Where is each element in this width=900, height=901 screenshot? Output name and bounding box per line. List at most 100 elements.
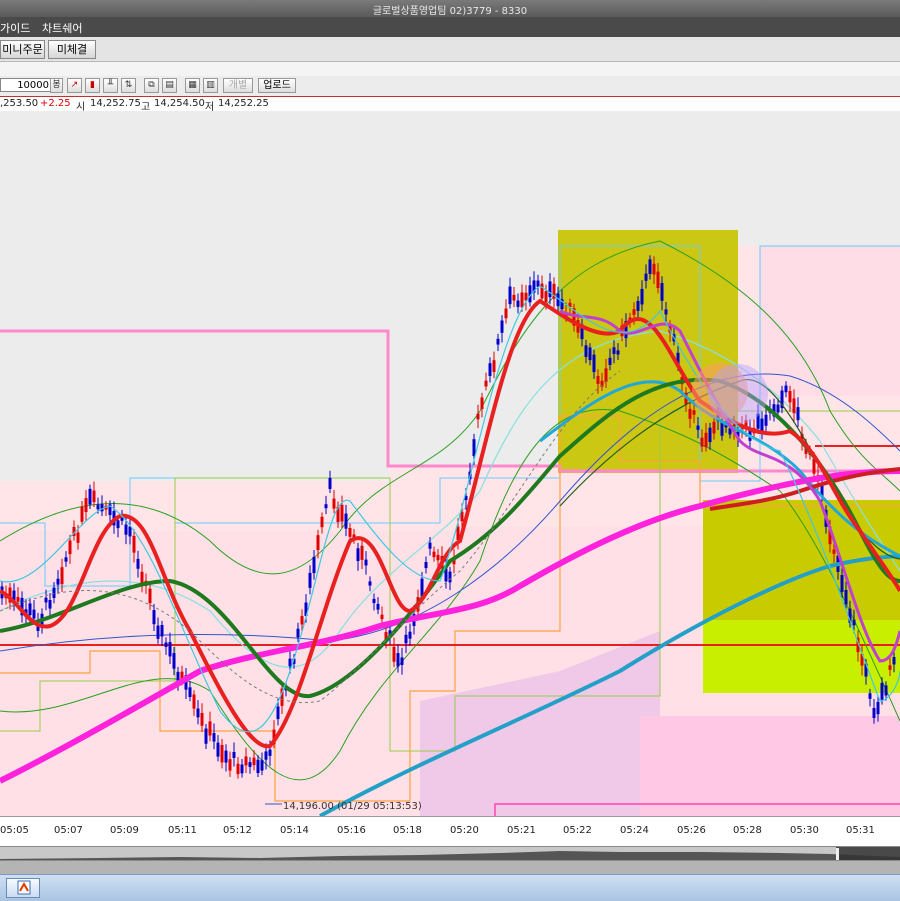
candle-body: [268, 749, 272, 756]
x-tick-label: 05:31: [846, 825, 875, 836]
chart-overview-scrollbar[interactable]: [0, 846, 900, 861]
candle-body: [64, 557, 68, 562]
indicator-icon[interactable]: ▦: [185, 78, 200, 93]
ohlc-chart-icon[interactable]: ⇅: [121, 78, 136, 93]
candle-body: [892, 657, 896, 665]
candle-body: [364, 559, 368, 566]
candle-body: [148, 588, 152, 604]
candle-body: [492, 360, 496, 372]
individual-button[interactable]: 개별: [223, 78, 253, 93]
line-chart-icon[interactable]: ↗: [67, 78, 82, 93]
candle-body: [228, 759, 232, 771]
x-tick-label: 05:14: [280, 825, 309, 836]
candle-chart-icon[interactable]: ▮: [85, 78, 100, 93]
candle-body: [320, 516, 324, 528]
candle-body: [92, 490, 96, 503]
upload-button[interactable]: 업로드: [258, 78, 296, 93]
candle-body: [340, 504, 344, 522]
candle-body: [372, 598, 376, 604]
candle-body: [48, 600, 52, 609]
candle-body: [500, 320, 504, 333]
candle-body: [504, 308, 508, 319]
candle-body: [776, 404, 780, 413]
candle-body: [408, 631, 412, 639]
window-titlebar: 글로벌상품영업팀 02)3779 - 8330: [0, 0, 900, 17]
candle-body: [420, 578, 424, 597]
candle-body: [472, 439, 476, 457]
candle-body: [540, 283, 544, 299]
candle-body: [156, 625, 160, 639]
window-title: 글로벌상품영업팀 02)3779 - 8330: [372, 6, 528, 17]
candle-body: [316, 535, 320, 551]
candle-body: [640, 288, 644, 305]
candle-body: [308, 572, 312, 588]
overview-svg: [0, 847, 900, 861]
candle-body: [692, 410, 696, 415]
x-tick-label: 05:11: [168, 825, 197, 836]
candle-body: [432, 551, 436, 558]
price-chart-area[interactable]: 14,196.00 (01/29 05:13:53): [0, 111, 900, 816]
candle-body: [704, 432, 708, 448]
candle-body: [700, 437, 704, 447]
candle-unit-label: 봉: [50, 78, 63, 93]
grid-icon[interactable]: ▥: [203, 78, 218, 93]
candle-body: [300, 616, 304, 625]
candle-body: [252, 757, 256, 766]
overview-handle[interactable]: [836, 847, 900, 861]
menu-item-chart-share[interactable]: 차트쉐어: [42, 20, 82, 36]
candle-body: [660, 283, 664, 301]
candle-body: [296, 628, 300, 638]
candle-body: [84, 498, 88, 513]
taskbar: [0, 874, 900, 901]
candle-body: [140, 571, 144, 584]
candle-body: [880, 682, 884, 700]
candle-count-input[interactable]: 10000: [0, 78, 52, 92]
x-tick-label: 05:22: [563, 825, 592, 836]
candle-body: [328, 477, 332, 489]
candle-body: [796, 407, 800, 421]
candle-body: [224, 750, 228, 763]
candle-body: [596, 376, 600, 384]
unfilled-orders-button[interactable]: 미체결: [48, 40, 96, 59]
candle-body: [396, 653, 400, 667]
candle-body: [16, 596, 20, 602]
price-change: +2.25: [40, 98, 71, 109]
candle-body: [344, 513, 348, 529]
candle-body: [44, 597, 48, 603]
candle-body: [220, 744, 224, 763]
candle-body: [100, 504, 104, 512]
candle-body: [232, 751, 236, 758]
bar-chart-icon[interactable]: ╨: [103, 78, 118, 93]
print-chart-icon[interactable]: ▤: [162, 78, 177, 93]
candle-body: [632, 309, 636, 315]
x-tick-label: 05:24: [620, 825, 649, 836]
candle-body: [200, 712, 204, 726]
candle-body: [852, 619, 856, 626]
x-tick-label: 05:20: [450, 825, 479, 836]
candle-body: [164, 642, 168, 647]
candle-body: [652, 263, 656, 275]
chart-toolbar: 10000 봉 ↗ ▮ ╨ ⇅ ⧉ ▤ ▦ ▥ 개별 업로드: [0, 76, 900, 98]
candle-body: [96, 504, 100, 510]
candle-body: [260, 760, 264, 771]
candle-body: [884, 685, 888, 696]
candle-body: [840, 574, 844, 592]
mini-order-button[interactable]: 미니주문: [0, 40, 45, 59]
app-logo-icon: [17, 880, 31, 895]
candle-body: [548, 281, 552, 298]
app-icon[interactable]: [6, 878, 40, 898]
candle-body: [428, 542, 432, 549]
x-tick-label: 05:21: [507, 825, 536, 836]
copy-chart-icon[interactable]: ⧉: [144, 78, 159, 93]
menu-item-guide[interactable]: 가이드: [0, 20, 30, 36]
candle-body: [544, 291, 548, 303]
candle-body: [792, 398, 796, 414]
x-tick-label: 05:09: [110, 825, 139, 836]
menu-bar: 가이드 차트쉐어: [0, 17, 900, 37]
candle-body: [160, 625, 164, 637]
candle-body: [116, 520, 120, 529]
candle-body: [648, 259, 652, 274]
candle-body: [124, 524, 128, 535]
candle-body: [256, 759, 260, 774]
candle-body: [132, 535, 136, 553]
